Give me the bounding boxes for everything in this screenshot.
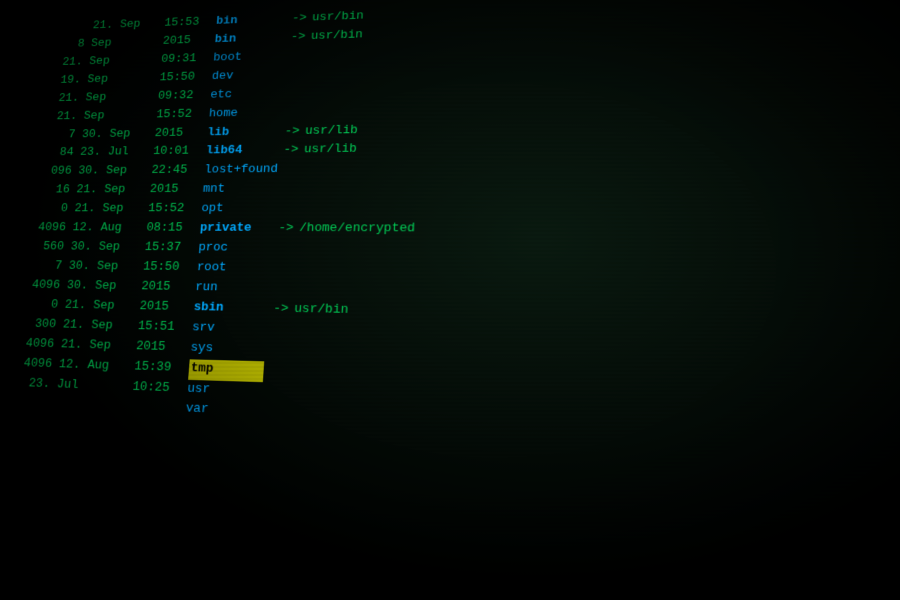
entry-name: var <box>185 400 262 424</box>
entry-name: bin <box>214 29 286 50</box>
line-num: 21. <box>43 90 87 109</box>
line-date: Sep <box>86 70 160 90</box>
line-date: 12. Aug <box>72 220 148 239</box>
line-date: Sep <box>83 106 157 126</box>
entry-name: sbin <box>193 298 268 319</box>
line-time: 2015 <box>140 278 196 299</box>
line-date: 30. Sep <box>81 125 156 145</box>
line-num: 4096 <box>17 335 62 356</box>
line-num: 84 <box>37 145 81 164</box>
line-time: 15:52 <box>147 200 202 219</box>
line-time: 15:51 <box>137 317 193 338</box>
terminal-window: 21. Sep 15:53 bin->usr/bin 8 Sep 2015 bi… <box>0 0 900 600</box>
line-date: Sep <box>90 33 163 53</box>
entry-name: etc <box>210 85 283 105</box>
entry-name: usr <box>187 379 263 402</box>
line-time: 10:01 <box>152 143 206 163</box>
terminal-line: 0 21. Sep 15:52 opt <box>31 198 900 220</box>
line-date: Sep <box>85 88 159 108</box>
entry-name: mnt <box>202 181 276 201</box>
link-target: /home/encrypted <box>298 220 415 240</box>
line-date: 30. Sep <box>66 277 142 298</box>
line-time: 15:39 <box>133 357 189 379</box>
line-num: 4096 <box>14 354 59 375</box>
entry-name: lib64 <box>205 142 278 162</box>
line-num: 7 <box>25 257 70 277</box>
line-num: 560 <box>27 238 72 257</box>
entry-name: opt <box>201 200 275 220</box>
line-num: 21. <box>41 108 85 127</box>
entry-name: sys <box>190 339 266 361</box>
line-num <box>51 18 94 37</box>
line-time: 15:53 <box>164 13 217 33</box>
entry-name: home <box>208 104 281 124</box>
line-time: 2015 <box>162 32 215 52</box>
entry-name: tmp <box>188 359 264 382</box>
arrow: -> <box>267 300 295 321</box>
link-target: usr/bin <box>310 26 363 46</box>
line-time: 22:45 <box>151 162 206 181</box>
link-target: usr/bin <box>294 300 349 321</box>
line-num: 8 <box>49 36 92 55</box>
line-time: 15:37 <box>144 239 199 259</box>
line-date <box>54 395 132 418</box>
line-time: 09:32 <box>157 87 211 107</box>
line-num: 0 <box>31 201 75 220</box>
line-num: 0 <box>21 296 66 316</box>
entry-name: lost+found <box>204 161 279 181</box>
line-date: 30. Sep <box>77 162 152 181</box>
line-time: 15:52 <box>156 105 210 125</box>
link-target: usr/lib <box>304 122 358 142</box>
line-time: 2015 <box>139 298 195 319</box>
arrow: -> <box>286 10 313 29</box>
line-date: 21. Sep <box>62 316 139 337</box>
line-time: 2015 <box>154 124 208 144</box>
line-time: 08:15 <box>146 220 201 240</box>
entry-name: dev <box>211 66 284 86</box>
line-date: 21. Sep <box>64 296 141 317</box>
link-target: usr/bin <box>311 8 364 28</box>
line-num: 23. <box>12 374 58 395</box>
line-time: 15:50 <box>159 68 213 88</box>
entry-name: lib <box>207 123 280 143</box>
line-num: 300 <box>19 315 64 336</box>
line-time: 09:31 <box>160 50 214 70</box>
line-date: 21. Sep <box>60 336 137 358</box>
line-time: 2015 <box>149 181 204 200</box>
arrow: -> <box>279 122 306 142</box>
line-date: 30. Sep <box>70 239 146 259</box>
line-date: 21. Sep <box>73 200 148 219</box>
line-num: 16 <box>33 182 77 201</box>
line-time: 2015 <box>135 337 191 359</box>
link-target: usr/lib <box>303 141 357 161</box>
entry-name: private <box>199 220 273 240</box>
line-time: 10:25 <box>132 378 188 400</box>
line-num <box>10 394 56 416</box>
line-date: 21. Sep <box>75 181 150 200</box>
line-num: 21. <box>47 54 90 73</box>
arrow: -> <box>285 28 312 47</box>
line-num: 4096 <box>29 219 73 238</box>
line-date: Jul <box>56 375 134 398</box>
arrow: -> <box>277 142 304 162</box>
entry-name: run <box>194 279 269 300</box>
entry-name: srv <box>191 318 267 340</box>
line-num: 4096 <box>23 276 68 296</box>
entry-name: proc <box>198 239 273 259</box>
line-time: 15:50 <box>142 258 197 278</box>
entry-name: boot <box>212 48 284 69</box>
entry-name: root <box>196 259 271 280</box>
line-date: Sep <box>88 51 162 71</box>
line-time <box>130 398 187 421</box>
terminal-content: 21. Sep 15:53 bin->usr/bin 8 Sep 2015 bi… <box>0 0 900 479</box>
line-date: 23. Jul <box>79 144 154 164</box>
line-num: 096 <box>35 163 79 182</box>
line-date: 12. Aug <box>58 355 135 377</box>
line-date: 30. Sep <box>68 258 144 278</box>
line-num: 7 <box>39 126 83 145</box>
arrow: -> <box>272 220 299 240</box>
line-num: 19. <box>45 72 88 91</box>
